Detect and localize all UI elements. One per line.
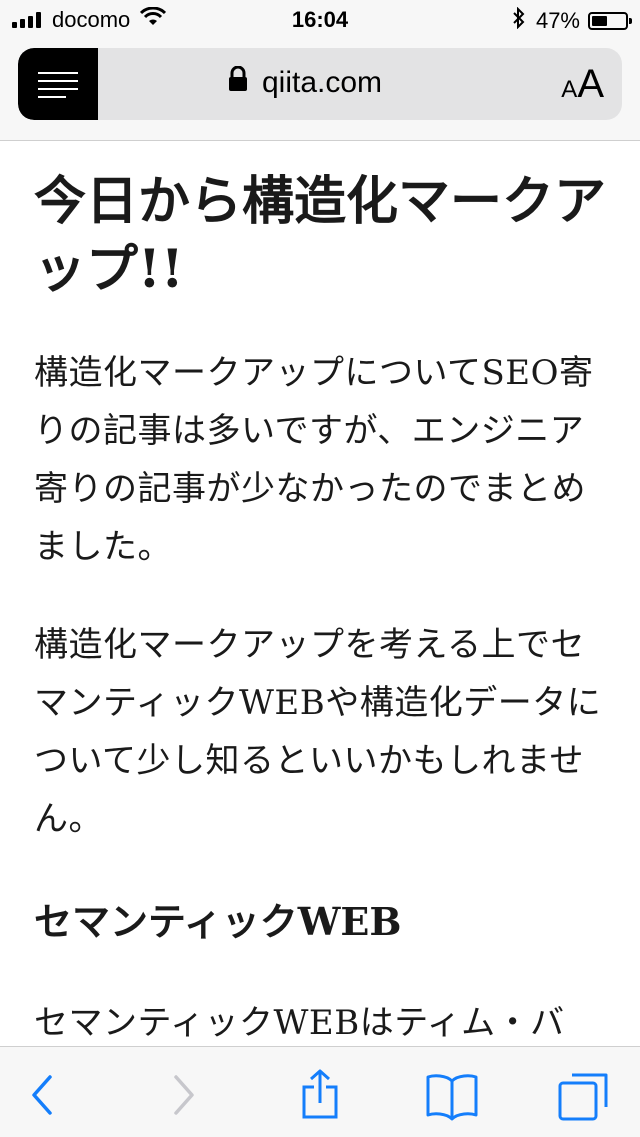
article-paragraph: 構造化マークアップについてSEO寄りの記事は多いですが、エンジニア寄りの記事が少… (34, 353, 594, 567)
browser-header: qiita.com AA (0, 40, 640, 141)
browser-toolbar (0, 1046, 640, 1137)
qiita-menu-icon[interactable] (18, 48, 98, 120)
battery-icon (588, 12, 632, 30)
text-size-large-label: A (577, 62, 604, 106)
share-button[interactable] (292, 1067, 348, 1123)
tabs-button[interactable] (556, 1067, 612, 1123)
article-content: 今日から構造化マークアップ!! 構造化マークアップについてSEO寄りの記事は多い… (34, 140, 606, 1052)
tabs-icon (556, 1073, 612, 1127)
back-button[interactable] (16, 1067, 72, 1123)
bookmarks-button[interactable] (424, 1067, 480, 1123)
chevron-right-icon (156, 1075, 212, 1127)
article-paragraph: 構造化マークアップを考える上でセマンティックWEBや構造化データについて少し知る… (34, 625, 602, 839)
text-size-small-label: A (561, 76, 578, 103)
url-text: qiita.com (262, 66, 383, 99)
battery-percent: 47% (535, 8, 580, 33)
bluetooth-icon (512, 6, 526, 35)
lock-icon (228, 65, 248, 100)
article-paragraph: セマンティックWEBはティム・バ (34, 1003, 565, 1043)
share-icon (292, 1069, 348, 1127)
status-right: 47% (512, 6, 632, 35)
forward-button[interactable] (156, 1067, 212, 1123)
book-icon (424, 1074, 480, 1127)
chevron-left-icon (16, 1075, 72, 1127)
text-size-button[interactable]: AA (561, 62, 604, 107)
status-bar: docomo 16:04 47% (0, 0, 640, 40)
battery-fill (592, 16, 608, 26)
url-display[interactable]: qiita.com (228, 65, 383, 100)
section-heading: セマンティックWEB (34, 899, 402, 944)
address-bar[interactable]: qiita.com AA (18, 48, 622, 120)
article-title: 今日から構造化マークアップ!! (34, 171, 607, 300)
